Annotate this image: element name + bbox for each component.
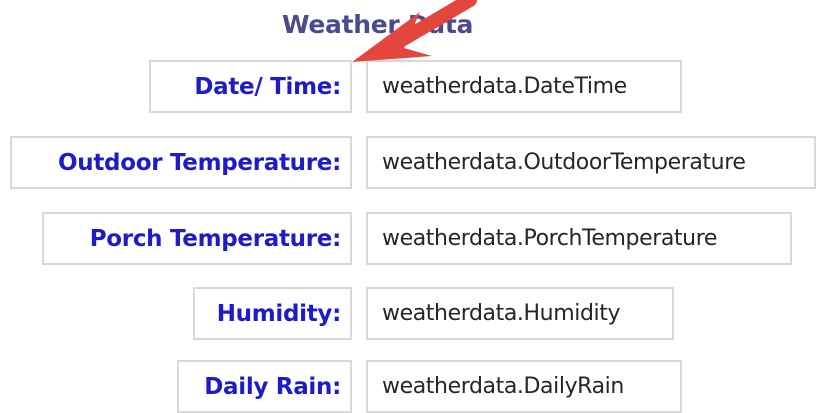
humidity-value-field[interactable]: weatherdata.Humidity — [366, 287, 674, 340]
daily-rain-label: Daily Rain: — [177, 360, 352, 413]
humidity-value-text: weatherdata.Humidity — [382, 301, 621, 326]
outdoor-temperature-value-field[interactable]: weatherdata.OutdoorTemperature — [366, 136, 816, 189]
porch-temperature-value-text: weatherdata.PorchTemperature — [382, 226, 718, 251]
porch-temperature-value-field[interactable]: weatherdata.PorchTemperature — [366, 212, 792, 265]
porch-temperature-label-text: Porch Temperature: — [89, 225, 342, 252]
outdoor-temperature-label: Outdoor Temperature: — [10, 136, 352, 189]
daily-rain-value-text: weatherdata.DailyRain — [382, 374, 624, 399]
outdoor-temperature-value-text: weatherdata.OutdoorTemperature — [382, 150, 746, 175]
datetime-label-text: Date/ Time: — [194, 73, 341, 100]
outdoor-temperature-label-text: Outdoor Temperature: — [58, 149, 341, 176]
page-title: Weather Data — [282, 10, 474, 39]
porch-temperature-label: Porch Temperature: — [42, 212, 352, 265]
humidity-label-text: Humidity: — [216, 300, 342, 327]
datetime-value-field[interactable]: weatherdata.DateTime — [366, 60, 682, 113]
daily-rain-label-text: Daily Rain: — [204, 373, 341, 400]
datetime-value-text: weatherdata.DateTime — [382, 74, 627, 99]
daily-rain-value-field[interactable]: weatherdata.DailyRain — [366, 360, 682, 413]
datetime-label: Date/ Time: — [149, 60, 352, 113]
humidity-label: Humidity: — [193, 287, 352, 340]
